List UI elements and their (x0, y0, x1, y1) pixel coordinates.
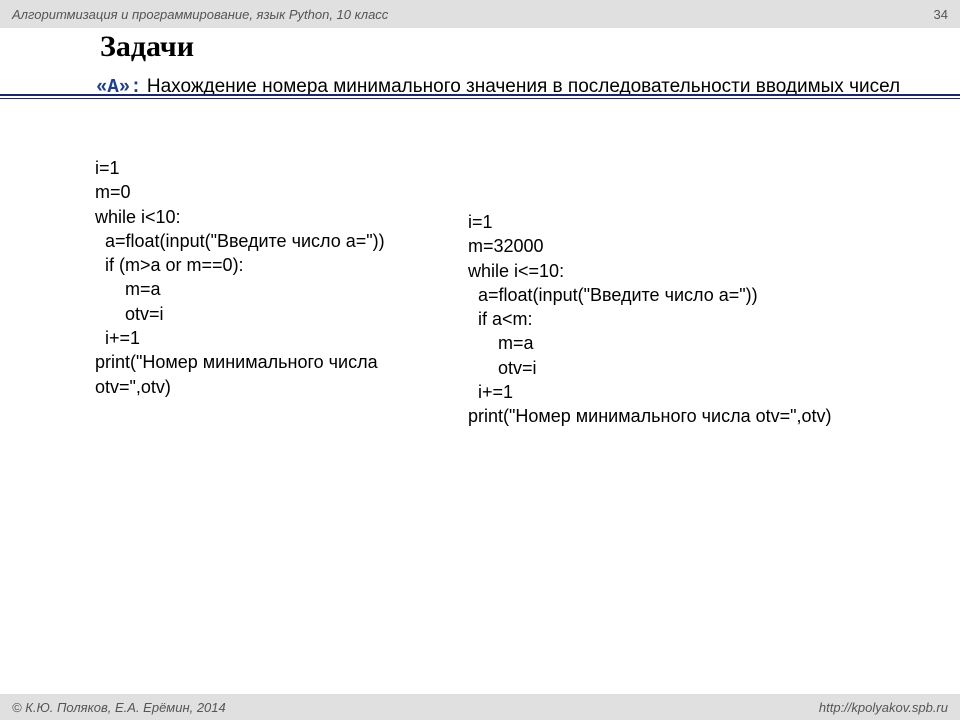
task-subtitle: «A»: Нахождение номера минимального знач… (96, 74, 940, 101)
code-block-right: i=1 m=32000 while i<=10: a=float(input("… (468, 210, 848, 429)
footer-copyright: © К.Ю. Поляков, Е.А. Ерёмин, 2014 (12, 700, 226, 715)
code-block-left: i=1 m=0 while i<10: a=float(input("Введи… (95, 156, 455, 399)
footer-url: http://kpolyakov.spb.ru (819, 700, 948, 715)
page-number: 34 (934, 7, 948, 22)
divider-line (0, 94, 960, 96)
header-title: Алгоритмизация и программирование, язык … (12, 7, 388, 22)
slide-title: Задачи (100, 30, 194, 64)
divider-line-thin (0, 98, 960, 99)
footer-bar: © К.Ю. Поляков, Е.А. Ерёмин, 2014 http:/… (0, 694, 960, 720)
header-bar: Алгоритмизация и программирование, язык … (0, 0, 960, 28)
